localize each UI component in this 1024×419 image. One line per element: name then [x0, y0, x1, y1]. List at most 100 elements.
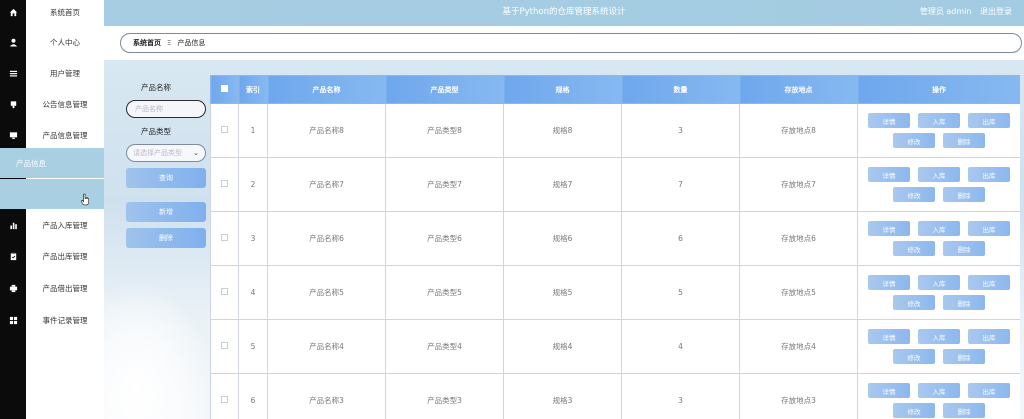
- row-checkbox[interactable]: [221, 126, 228, 133]
- stock-out-button[interactable]: 出库: [968, 221, 1010, 236]
- grid-icon[interactable]: [0, 305, 26, 335]
- stock-in-button[interactable]: 入库: [918, 167, 960, 182]
- row-spec: 规格4: [503, 319, 622, 374]
- select-all-checkbox[interactable]: [221, 85, 228, 92]
- sidebar-item-users[interactable]: 用户管理: [26, 58, 104, 88]
- sidebar-item-events[interactable]: 事件记录管理: [26, 305, 104, 335]
- notice-icon[interactable]: [0, 89, 26, 119]
- stock-in-button[interactable]: 入库: [918, 329, 960, 344]
- table-row: 1 产品名称8 产品类型8 规格8 3 存放地点8 详情 入库 出库 修改 删除: [210, 103, 1020, 158]
- delete-button[interactable]: 删除: [943, 349, 985, 364]
- admin-label: 管理员 admin: [919, 7, 972, 16]
- row-checkbox[interactable]: [221, 180, 228, 187]
- monitor-icon[interactable]: [0, 120, 26, 150]
- stock-out-button[interactable]: 出库: [968, 383, 1010, 398]
- row-actions: 详情 入库 出库 修改 删除: [857, 265, 1020, 320]
- row-select-cell[interactable]: [210, 103, 239, 158]
- product-name-input[interactable]: 产品名称: [126, 100, 206, 118]
- row-action-line-1: 详情 入库 出库: [868, 221, 1010, 236]
- select-all-cell[interactable]: [210, 75, 239, 104]
- product-table-container: 索引 产品名称 产品类型 规格 数量 存放地点 操作 1 产品名称8 产品类型8…: [210, 75, 1020, 419]
- row-action-line-2: 修改 删除: [893, 187, 985, 202]
- edit-button[interactable]: 修改: [893, 403, 935, 418]
- edit-button[interactable]: 修改: [893, 241, 935, 256]
- stock-in-button[interactable]: 入库: [918, 221, 960, 236]
- row-select-cell[interactable]: [210, 319, 239, 374]
- detail-button[interactable]: 详情: [868, 275, 910, 290]
- printer-icon[interactable]: [0, 273, 26, 303]
- delete-button[interactable]: 删除: [943, 403, 985, 418]
- breadcrumb-home[interactable]: 系统首页: [133, 38, 161, 48]
- add-button[interactable]: 新增: [126, 202, 206, 222]
- row-checkbox[interactable]: [221, 288, 228, 295]
- sidebar-item-products[interactable]: 产品信息管理: [26, 120, 104, 150]
- column-header-spec: 规格: [503, 75, 622, 104]
- delete-button[interactable]: 删除: [943, 133, 985, 148]
- row-product-type: 产品类型8: [385, 103, 504, 158]
- stock-out-button[interactable]: 出库: [968, 167, 1010, 182]
- delete-button[interactable]: 删除: [943, 295, 985, 310]
- table-header-row: 索引 产品名称 产品类型 规格 数量 存放地点 操作: [210, 75, 1020, 104]
- user-icon[interactable]: [0, 27, 26, 57]
- table-row: 5 产品名称4 产品类型4 规格4 4 存放地点4 详情 入库 出库 修改 删除: [210, 319, 1020, 374]
- stock-out-button[interactable]: 出库: [968, 329, 1010, 344]
- sidebar-item-profile[interactable]: 个人中心: [26, 27, 104, 57]
- edit-button[interactable]: 修改: [893, 349, 935, 364]
- row-select-cell[interactable]: [210, 265, 239, 320]
- row-product-type: 产品类型7: [385, 157, 504, 212]
- search-panel: 产品名称 产品名称 产品类型 请选择产品类型 ⌄ 查询 新增 删除: [104, 60, 208, 419]
- row-actions: 详情 入库 出库 修改 删除: [857, 103, 1020, 158]
- edit-button[interactable]: 修改: [893, 295, 935, 310]
- row-checkbox[interactable]: [221, 234, 228, 241]
- row-action-group: 详情 入库 出库 修改 删除: [858, 275, 1020, 310]
- row-spec: 规格8: [503, 103, 622, 158]
- row-actions: 详情 入库 出库 修改 删除: [857, 157, 1020, 212]
- stock-out-button[interactable]: 出库: [968, 113, 1010, 128]
- stock-in-button[interactable]: 入库: [918, 383, 960, 398]
- row-action-line-2: 修改 删除: [893, 241, 985, 256]
- stock-in-button[interactable]: 入库: [918, 275, 960, 290]
- row-product-name: 产品名称6: [267, 211, 386, 266]
- query-button[interactable]: 查询: [126, 168, 206, 188]
- bar-chart-icon[interactable]: [0, 210, 26, 240]
- detail-button[interactable]: 详情: [868, 329, 910, 344]
- sidebar-subitem-product-info[interactable]: 产品信息: [0, 148, 104, 178]
- clipboard-icon[interactable]: [0, 241, 26, 271]
- app-title: 基于Python的仓库管理系统设计: [502, 7, 626, 17]
- sidebar-item-home[interactable]: 系统首页: [26, 0, 104, 27]
- detail-button[interactable]: 详情: [868, 113, 910, 128]
- row-checkbox[interactable]: [221, 342, 228, 349]
- row-index: 3: [238, 211, 268, 266]
- sidebar-item-stock-in[interactable]: 产品入库管理: [26, 210, 104, 240]
- row-product-name: 产品名称4: [267, 319, 386, 374]
- edit-button[interactable]: 修改: [893, 133, 935, 148]
- sidebar-item-notices[interactable]: 公告信息管理: [26, 89, 104, 119]
- row-checkbox[interactable]: [221, 396, 228, 403]
- row-product-name: 产品名称8: [267, 103, 386, 158]
- stock-in-button[interactable]: 入库: [918, 113, 960, 128]
- edit-button[interactable]: 修改: [893, 187, 935, 202]
- product-table: 索引 产品名称 产品类型 规格 数量 存放地点 操作 1 产品名称8 产品类型8…: [210, 75, 1020, 419]
- batch-delete-button[interactable]: 删除: [126, 228, 206, 248]
- stock-out-button[interactable]: 出库: [968, 275, 1010, 290]
- row-action-line-1: 详情 入库 出库: [868, 113, 1010, 128]
- list-icon[interactable]: [0, 58, 26, 88]
- detail-button[interactable]: 详情: [868, 221, 910, 236]
- product-name-label: 产品名称: [141, 83, 171, 92]
- row-select-cell[interactable]: [210, 157, 239, 212]
- logout-link[interactable]: 退出登录: [980, 7, 1012, 16]
- sidebar-item-lending[interactable]: 产品借出管理: [26, 273, 104, 303]
- row-quantity: 7: [621, 157, 740, 212]
- sidebar-item-stock-out[interactable]: 产品出库管理: [26, 241, 104, 271]
- product-type-select[interactable]: 请选择产品类型 ⌄: [126, 144, 206, 162]
- row-action-line-1: 详情 入库 出库: [868, 167, 1010, 182]
- detail-button[interactable]: 详情: [868, 383, 910, 398]
- table-row: 4 产品名称5 产品类型5 规格5 5 存放地点5 详情 入库 出库 修改 删除: [210, 265, 1020, 320]
- home-icon[interactable]: [0, 0, 26, 27]
- delete-button[interactable]: 删除: [943, 187, 985, 202]
- row-action-group: 详情 入库 出库 修改 删除: [858, 383, 1020, 418]
- delete-button[interactable]: 删除: [943, 241, 985, 256]
- detail-button[interactable]: 详情: [868, 167, 910, 182]
- row-select-cell[interactable]: [210, 211, 239, 266]
- row-select-cell[interactable]: [210, 373, 239, 419]
